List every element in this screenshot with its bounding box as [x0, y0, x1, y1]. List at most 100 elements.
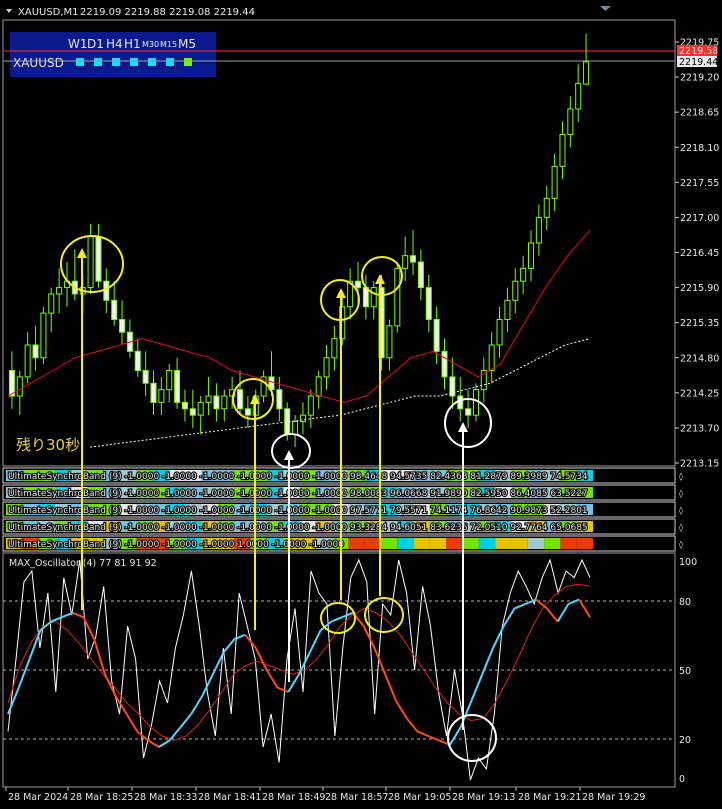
candle-body — [307, 395, 314, 416]
signal-square — [94, 58, 102, 66]
price-tick-label: 2217.00 — [680, 213, 719, 224]
candle-body — [567, 108, 574, 135]
time-tick-label: 28 Mar 18:25 — [70, 792, 133, 803]
candle-body — [181, 401, 188, 410]
band-cell — [560, 538, 577, 549]
band-cell — [527, 538, 545, 549]
signal-square — [184, 58, 192, 66]
candle-body — [166, 370, 173, 391]
band-row-end-icon: ◊ — [679, 506, 683, 515]
price-tick-label: 2218.65 — [680, 108, 719, 119]
synchro-band-rows: UltimateSynchroBand (9) -1.0000 -1.0000 … — [2, 467, 683, 552]
candle-body — [496, 318, 503, 346]
price-tick-label: 2214.25 — [680, 388, 719, 399]
candle-body — [236, 389, 244, 410]
tf-label-h1: H1 — [124, 37, 141, 51]
candle-body — [315, 376, 322, 397]
time-tick-label: 28 Mar 2024 — [8, 792, 68, 803]
band-cell — [478, 538, 496, 549]
osc-axis-50: 50 — [679, 666, 691, 677]
candle-body — [323, 357, 330, 378]
band-cell — [495, 538, 512, 549]
price-tick-label: 2216.45 — [680, 248, 719, 259]
candle-body — [527, 242, 535, 269]
signal-square — [76, 58, 84, 66]
candle-body — [543, 197, 550, 218]
candle-body — [457, 395, 464, 410]
candle-body — [575, 82, 582, 110]
tf-label-m5: M5 — [178, 37, 196, 51]
candle-body — [520, 267, 527, 282]
ohlc-readout: 2219.09 2219.88 2219.08 2219.44 — [80, 7, 255, 18]
band-row-label: UltimateSynchroBand (9) -1.0000 -1.0000 … — [8, 506, 588, 516]
candle-body — [134, 350, 141, 372]
time-tick-label: 28 Mar 19:21 — [518, 792, 581, 803]
candle-body — [417, 261, 424, 289]
band-cell — [576, 538, 593, 549]
candle-body — [559, 133, 566, 167]
tf-label-d1: D1 — [87, 37, 104, 51]
time-tick-label: 28 Mar 18:57 — [325, 792, 388, 803]
panel-symbol: XAUUSD — [13, 56, 64, 70]
chart-background — [0, 0, 722, 809]
band-row-label: UltimateSynchroBand (9) -1.0000 -1.0000 … — [8, 523, 588, 533]
candle-body — [142, 370, 149, 384]
band-cell — [381, 538, 398, 549]
candle-body — [425, 287, 432, 320]
candle-body — [48, 293, 55, 314]
candle-body — [276, 389, 283, 410]
osc-axis-0: 0 — [679, 774, 685, 785]
candle-body — [32, 344, 39, 359]
signal-square — [166, 58, 174, 66]
chart-root: XAUUSD,M1 2219.09 2219.88 2219.08 2219.4… — [0, 0, 722, 809]
price-tick-label: 2213.70 — [680, 423, 719, 434]
candle-body — [87, 236, 94, 289]
candle-body — [158, 389, 165, 403]
band-cell — [429, 538, 447, 549]
tf-label-h4: H4 — [106, 37, 123, 51]
band-cell — [364, 538, 382, 549]
tf-label-m30: M30 — [142, 40, 159, 49]
price-tick-label: 2219.20 — [680, 73, 719, 84]
candle-body — [512, 280, 519, 301]
candle-body — [174, 370, 181, 403]
signal-square — [130, 58, 138, 66]
candle-body — [551, 165, 558, 199]
time-tick-label: 28 Mar 19:29 — [582, 792, 645, 803]
price-tick-label: 2213.15 — [680, 459, 719, 470]
price-tick-label: 2215.35 — [680, 318, 719, 329]
bid-price-tag-text: 2219.58 — [679, 46, 718, 57]
price-tick-label: 2214.80 — [680, 353, 719, 364]
band-cell — [446, 538, 463, 549]
candle-body — [402, 255, 409, 269]
price-tick-label: 2215.90 — [680, 283, 719, 294]
candle-body — [331, 338, 338, 359]
candle-body — [354, 280, 362, 289]
candle-body — [8, 370, 15, 397]
candle-body — [299, 414, 306, 423]
price-tick-label: 2217.55 — [680, 178, 719, 189]
candle-body — [189, 408, 196, 416]
osc-axis-20: 20 — [679, 735, 691, 746]
candle-body — [465, 408, 472, 416]
candle-body — [244, 408, 251, 416]
time-tick-label: 28 Mar 19:05 — [388, 792, 451, 803]
price-tick-label: 2218.10 — [680, 143, 719, 154]
band-cell — [348, 538, 365, 549]
current-price-tag-text: 2219.44 — [679, 57, 718, 68]
osc-axis-100: 100 — [679, 557, 697, 568]
band-cell — [462, 538, 479, 549]
candle-body — [441, 350, 448, 378]
time-tick-label: 28 Mar 18:49 — [262, 792, 325, 803]
band-cell — [413, 538, 430, 549]
candle-body — [433, 318, 440, 352]
candle-body — [535, 216, 542, 244]
candle-body — [370, 287, 377, 308]
timeframe-panel: W1 D1 H4 H1 M30 M15 M5 XAUUSD — [10, 32, 216, 77]
band-row-end-icon: ◊ — [679, 540, 683, 549]
time-tick-label: 28 Mar 18:33 — [134, 792, 197, 803]
candle-body — [111, 299, 118, 320]
band-row-end-icon: ◊ — [679, 489, 683, 498]
candle-body — [488, 344, 495, 372]
tf-label-m15: M15 — [160, 40, 177, 49]
